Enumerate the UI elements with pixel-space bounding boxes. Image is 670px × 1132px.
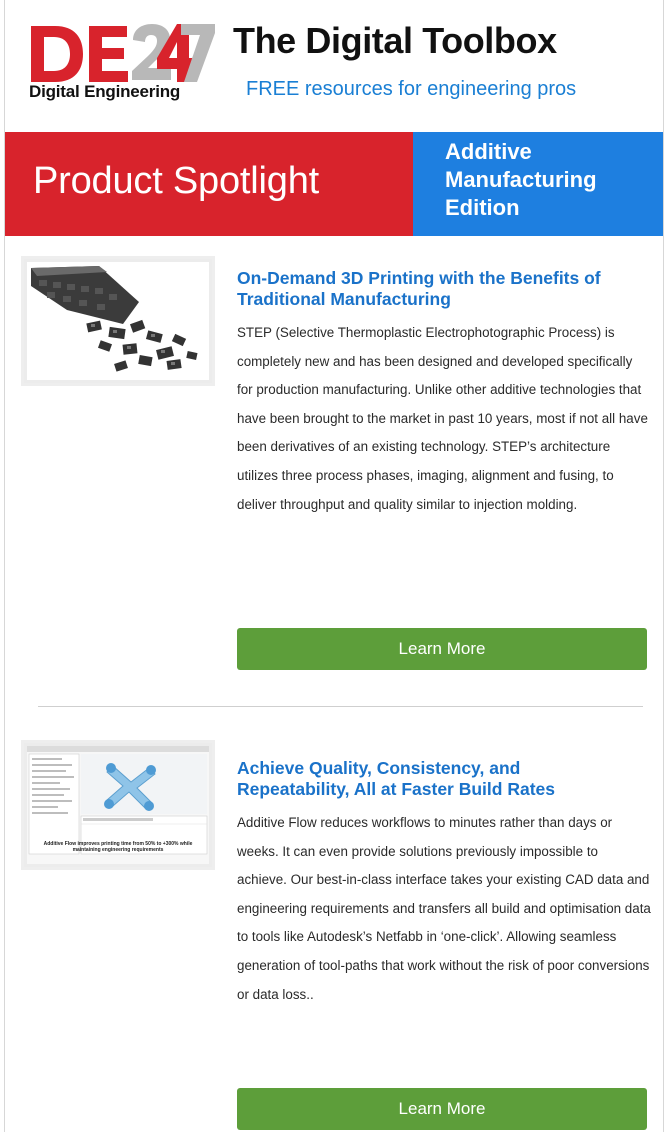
thumbnail-caption: Additive Flow improves printing time fro… [43,841,193,853]
article-card: On-Demand 3D Printing with the Benefits … [5,236,663,707]
article-title[interactable]: Achieve Quality, Consistency, and Repeat… [237,758,637,800]
de247-logo-mark-icon [31,24,215,82]
banner-edition-line: Additive [445,139,532,164]
article-title[interactable]: On-Demand 3D Printing with the Benefits … [237,268,637,310]
3d-parts-illustration [31,266,198,372]
header: Digital Engineering The Digital Toolbox … [5,0,663,132]
page-title: The Digital Toolbox [233,20,557,61]
banner-edition-line: Manufacturing [445,167,597,192]
article-thumbnail[interactable] [21,256,215,386]
newsletter-page: Digital Engineering The Digital Toolbox … [4,0,664,1132]
article-body: STEP (Selective Thermoplastic Electropho… [237,325,648,512]
page-subtitle: FREE resources for engineering pros [246,78,577,100]
learn-more-button[interactable]: Learn More [237,1088,647,1130]
banner-edition-text: Additive Manufacturing Edition [445,138,655,222]
article-body: Additive Flow reduces workflows to minut… [237,815,651,1002]
additive-flow-software-screenshot: Additive Flow improves printing time fro… [27,746,209,864]
logo-tagline: Digital Engineering [29,82,181,101]
banner-edition-line: Edition [445,195,520,220]
banner-title: Product Spotlight [33,160,319,202]
article-card: Additive Flow improves printing time fro… [5,706,663,1130]
product-spotlight-banner: Product Spotlight Additive Manufacturing… [5,132,663,236]
article-thumbnail[interactable]: Additive Flow improves printing time fro… [21,740,215,870]
learn-more-button[interactable]: Learn More [237,628,647,670]
de247-logo[interactable]: Digital Engineering [29,18,219,108]
3d-printed-parts-image [27,262,209,380]
